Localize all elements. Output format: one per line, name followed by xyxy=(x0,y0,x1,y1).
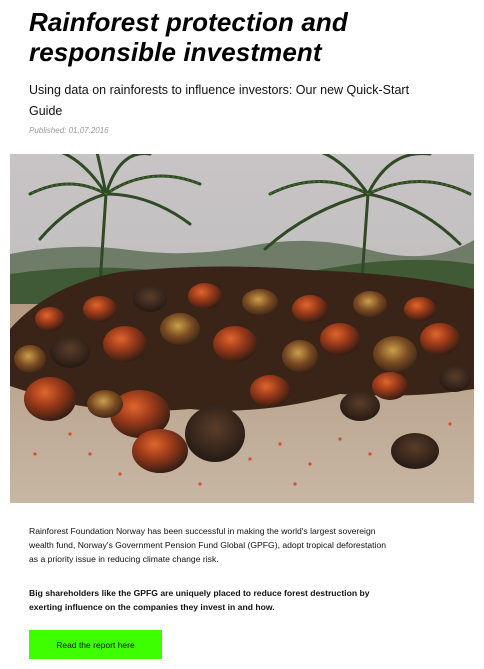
intro-paragraph: Rainforest Foundation Norway has been su… xyxy=(29,526,387,564)
highlight-paragraph: Big shareholders like the GPFG are uniqu… xyxy=(29,588,370,612)
published-date: Published: 01.07.2016 xyxy=(29,126,109,135)
article-title: Rainforest protection and responsible in… xyxy=(29,7,348,67)
hero-image xyxy=(10,154,474,503)
read-report-button[interactable]: Read the report here xyxy=(29,630,162,659)
article-subtitle: Using data on rainforests to influence i… xyxy=(29,83,410,118)
